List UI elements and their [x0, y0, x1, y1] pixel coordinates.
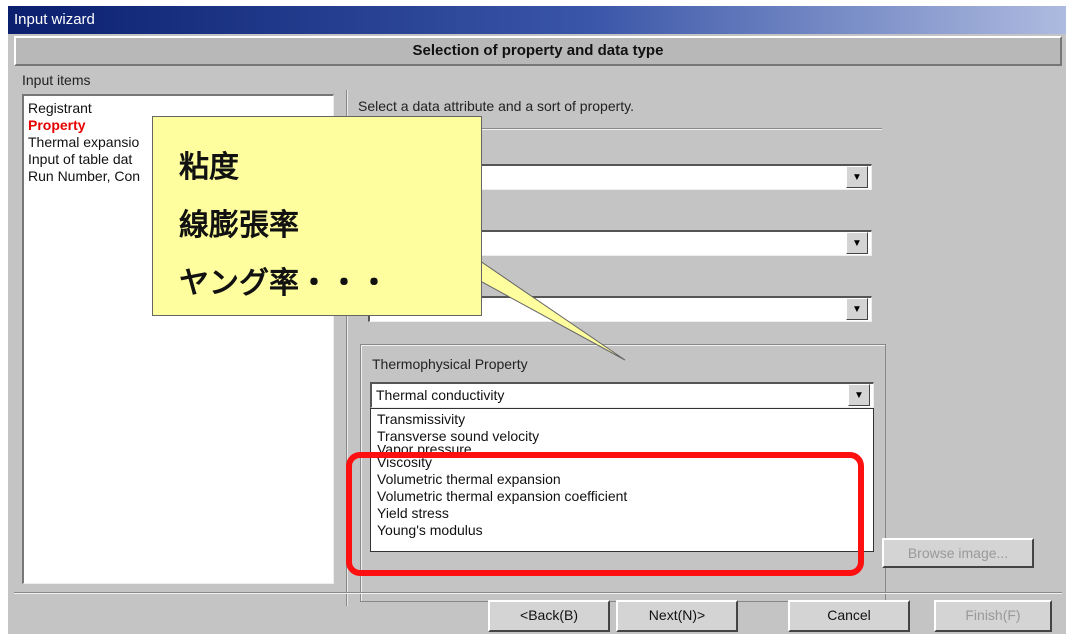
page-title: Selection of property and data type [14, 36, 1062, 66]
back-button[interactable]: <Back(B) [488, 600, 610, 632]
chevron-down-icon[interactable]: ▼ [846, 166, 868, 188]
chevron-down-icon[interactable]: ▼ [846, 298, 868, 320]
instruction-text: Select a data attribute and a sort of pr… [358, 98, 635, 114]
cancel-button[interactable]: Cancel [788, 600, 910, 632]
window-title: Input wizard [8, 6, 1066, 34]
next-button[interactable]: Next(N)> [616, 600, 738, 632]
annotation-callout: 粘度 線膨張率 ヤング率・・・ [152, 116, 482, 316]
input-items-label: Input items [22, 72, 91, 88]
list-item-transverse-sound-velocity[interactable]: Transverse sound velocity [371, 428, 873, 445]
thermophysical-property-select[interactable]: Thermal conductivity [370, 382, 874, 408]
highlight-box [346, 452, 864, 576]
list-item-registrant[interactable]: Registrant [28, 100, 329, 117]
thermophysical-property-label: Thermophysical Property [372, 356, 528, 372]
callout-line: 粘度 [179, 150, 239, 185]
browse-image-button[interactable]: Browse image... [882, 538, 1034, 568]
list-item-transmissivity[interactable]: Transmissivity [371, 411, 873, 428]
chevron-down-icon[interactable]: ▼ [846, 232, 868, 254]
footer-separator [14, 592, 1062, 594]
chevron-down-icon[interactable]: ▼ [848, 384, 870, 406]
callout-line: ヤング率・・・ [179, 266, 389, 301]
callout-line: 線膨張率 [179, 208, 299, 243]
finish-button[interactable]: Finish(F) [934, 600, 1052, 632]
